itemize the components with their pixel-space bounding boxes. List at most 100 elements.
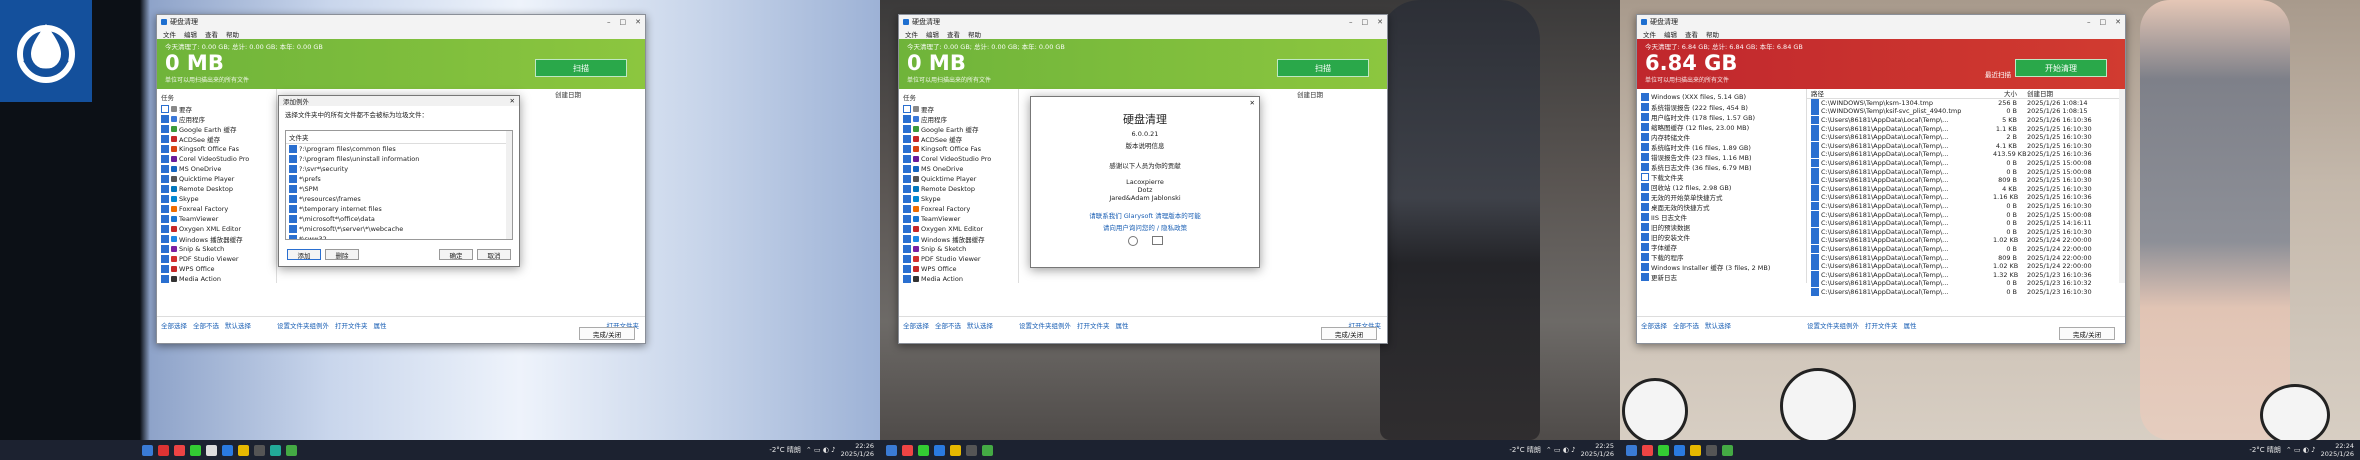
row-checkbox[interactable] (1811, 98, 1819, 107)
maximize-button[interactable]: □ (1362, 18, 1369, 26)
exclude-item-checkbox[interactable] (289, 195, 297, 203)
exclude-item-checkbox[interactable] (289, 175, 297, 183)
finish-close-button[interactable]: 完成/关闭 (1321, 327, 1377, 340)
row-checkbox[interactable] (1811, 219, 1819, 228)
tree-item[interactable]: Foxreal Factory (161, 204, 273, 214)
table-row[interactable]: C:\Users\86181\AppData\Local\Temp\... 0 B… (1811, 159, 2125, 168)
taskbar-app-icon[interactable] (934, 444, 945, 456)
taskbar-app-icon[interactable] (254, 444, 265, 456)
taskbar-app-icon[interactable] (950, 444, 961, 456)
tree-checkbox[interactable] (1641, 143, 1649, 151)
tree-checkbox[interactable] (1641, 273, 1649, 281)
menu-view[interactable]: 查看 (947, 29, 960, 39)
tree-item[interactable]: Windows (XXX files, 5.14 GB) (1641, 92, 1803, 102)
tree-checkbox[interactable] (1641, 103, 1649, 111)
table-row[interactable]: C:\Users\86181\AppData\Local\Temp\... 1.3… (1811, 270, 2125, 279)
clean-button[interactable]: 开始清理 (2015, 59, 2107, 77)
tree-checkbox[interactable] (903, 265, 911, 273)
exclude-folder-link[interactable]: 设置文件夹组例外 (1807, 320, 1859, 330)
tree-checkbox[interactable] (903, 105, 911, 113)
tree-checkbox[interactable] (903, 235, 911, 243)
cancel-button[interactable]: 取消 (477, 249, 511, 260)
tree-checkbox[interactable] (1641, 113, 1649, 121)
tree-item[interactable]: Snip & Sketch (161, 244, 273, 254)
weather-text[interactable]: -2°C 晴朗 (1509, 445, 1541, 455)
scan-button[interactable]: 扫描 (1277, 59, 1369, 77)
tree-checkbox[interactable] (903, 245, 911, 253)
exclude-list-item[interactable]: *\sww32 (286, 234, 512, 239)
tree-checkbox[interactable] (1641, 133, 1649, 141)
mail-icon[interactable] (1151, 236, 1163, 245)
menu-help[interactable]: 帮助 (226, 29, 239, 39)
about-contact[interactable]: 请联系我们 Glarysoft 清理版本的可能 (1031, 210, 1259, 220)
taskbar-app-icon[interactable] (918, 444, 929, 456)
row-checkbox[interactable] (1811, 262, 1819, 271)
open-folder-link[interactable]: 打开文件夹 (335, 320, 368, 330)
table-row[interactable]: C:\Users\86181\AppData\Local\Temp\... 809… (1811, 176, 2125, 185)
tree-item[interactable]: 回收站 (12 files, 2.98 GB) (1641, 182, 1803, 192)
table-row[interactable]: C:\WINDOWS\Temp\ksif-svc_plist_4940.tmp 0… (1811, 107, 2125, 116)
row-checkbox[interactable] (1811, 150, 1819, 159)
start-icon[interactable] (886, 444, 897, 456)
row-checkbox[interactable] (1811, 287, 1819, 296)
tree-item[interactable]: Skype (903, 194, 1015, 204)
taskbar-app-icon[interactable] (966, 444, 977, 456)
taskbar-app-icon[interactable] (206, 444, 217, 456)
table-row[interactable]: C:\Users\86181\AppData\Local\Temp\... 809… (1811, 253, 2125, 262)
scan-button[interactable]: 扫描 (535, 59, 627, 77)
menu-help[interactable]: 帮助 (968, 29, 981, 39)
row-checkbox[interactable] (1811, 193, 1819, 202)
default-select-link[interactable]: 默认选择 (967, 320, 993, 330)
exclude-list-item[interactable]: *\microsoft\*\server\*\webcache (286, 224, 512, 234)
select-all-link[interactable]: 全部选择 (161, 320, 187, 330)
tree-item[interactable]: 系统错误报告 (222 files, 454 B) (1641, 102, 1803, 112)
tree-item[interactable]: TeamViewer (161, 214, 273, 224)
tree-item[interactable]: 下载的程序 (1641, 252, 1803, 262)
tree-item[interactable]: Google Earth 缓存 (903, 124, 1015, 134)
tree-item[interactable]: Corel VideoStudio Pro (161, 154, 273, 164)
tree-item[interactable]: Oxygen XML Editor (903, 224, 1015, 234)
maximize-button[interactable]: □ (620, 18, 627, 26)
tree-checkbox[interactable] (161, 115, 169, 123)
tree-item[interactable]: Foxreal Factory (903, 204, 1015, 214)
tree-checkbox[interactable] (903, 115, 911, 123)
tree-checkbox[interactable] (161, 175, 169, 183)
row-checkbox[interactable] (1811, 116, 1819, 125)
tree-item[interactable]: MS OneDrive (903, 164, 1015, 174)
minimize-button[interactable]: – (2087, 18, 2091, 26)
tree-checkbox[interactable] (1641, 203, 1649, 211)
select-none-link[interactable]: 全部不选 (1673, 320, 1699, 330)
exclude-list-item[interactable]: *\temporary internet files (286, 204, 512, 214)
tree-checkbox[interactable] (161, 195, 169, 203)
row-checkbox[interactable] (1811, 279, 1819, 288)
table-row[interactable]: C:\Users\86181\AppData\Local\Temp\... 0 B… (1811, 279, 2125, 288)
tree-checkbox[interactable] (903, 175, 911, 183)
tree-item[interactable]: Skype (161, 194, 273, 204)
tree-item[interactable]: ACDSee 缓存 (903, 134, 1015, 144)
taskbar-app-icon[interactable] (1674, 444, 1685, 456)
tree-item[interactable]: 缩略图缓存 (12 files, 23.00 MB) (1641, 122, 1803, 132)
taskbar-app-icon[interactable] (1642, 444, 1653, 456)
row-checkbox[interactable] (1811, 270, 1819, 279)
exclude-item-checkbox[interactable] (289, 155, 297, 163)
tree-checkbox[interactable] (903, 165, 911, 173)
tree-item[interactable]: Kingsoft Office Fas (161, 144, 273, 154)
table-row[interactable]: C:\Users\86181\AppData\Local\Temp\... 0 B… (1811, 287, 2125, 297)
exclude-item-checkbox[interactable] (289, 215, 297, 223)
tree-checkbox[interactable] (161, 185, 169, 193)
table-row[interactable]: C:\Users\86181\AppData\Local\Temp\... 0 B… (1811, 244, 2125, 254)
row-checkbox[interactable] (1811, 210, 1819, 219)
row-checkbox[interactable] (1811, 141, 1819, 150)
tree-checkbox[interactable] (903, 185, 911, 193)
default-select-link[interactable]: 默认选择 (225, 320, 251, 330)
table-row[interactable]: C:\Users\86181\AppData\Local\Temp\... 4.1… (1811, 141, 2125, 151)
tray-icons[interactable]: ⌃ ▭ ◐ ♪ (1546, 446, 1576, 454)
tree-item[interactable]: Google Earth 缓存 (161, 124, 273, 134)
table-row[interactable]: C:\Users\86181\AppData\Local\Temp\... 1.1… (1811, 124, 2125, 133)
table-scrollbar[interactable] (2119, 89, 2125, 283)
finish-close-button[interactable]: 完成/关闭 (579, 327, 635, 340)
taskbar-app-icon[interactable] (982, 444, 993, 456)
tree-item[interactable]: Media Action (161, 274, 273, 283)
properties-link[interactable]: 属性 (1116, 320, 1129, 330)
row-checkbox[interactable] (1811, 236, 1819, 245)
